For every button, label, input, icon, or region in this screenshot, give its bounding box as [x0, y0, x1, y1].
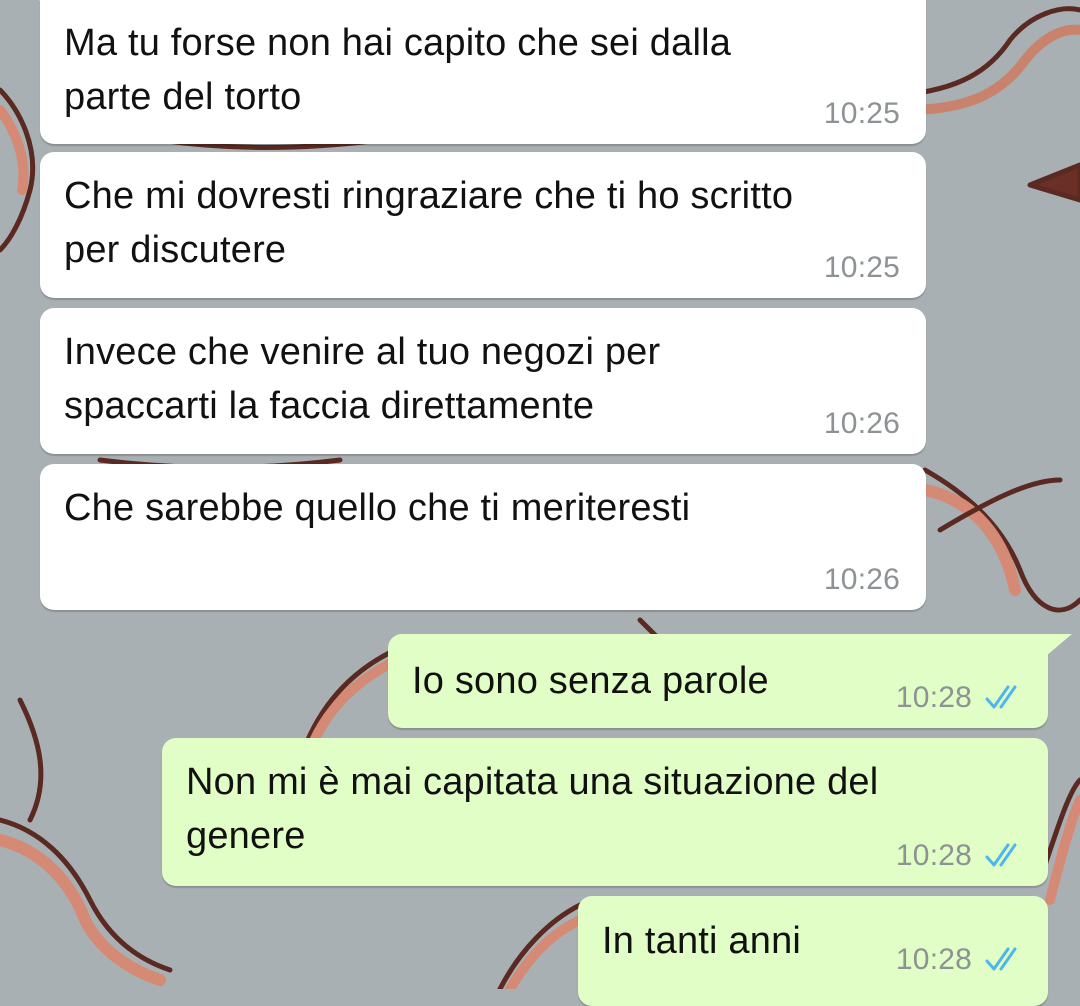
incoming-message-bubble[interactable]: Che mi dovresti ringraziare che ti ho sc…: [40, 152, 926, 298]
incoming-message-bubble[interactable]: Che sarebbe quello che ti meriteresti 10…: [40, 464, 926, 610]
outgoing-message-bubble[interactable]: Io sono senza parole 10:28: [388, 634, 1048, 728]
message-timestamp: 10:25: [823, 97, 900, 130]
message-timestamp: 10:28: [895, 839, 972, 872]
message-text: Io sono senza parole: [412, 660, 769, 702]
message-text: Non mi è mai capitata una situazione del…: [186, 761, 879, 857]
message-text: Ma tu forse non hai capito che sei dalla…: [64, 22, 732, 118]
message-timestamp: 10:26: [823, 407, 900, 440]
message-timestamp: 10:28: [895, 943, 972, 976]
incoming-bubble-tail: [39, 0, 48, 6]
incoming-message-bubble[interactable]: Ma tu forse non hai capito che sei dalla…: [40, 0, 926, 144]
outgoing-bubble-tail: [1046, 634, 1072, 656]
incoming-message-bubble[interactable]: Invece che venire al tuo negozi per spac…: [40, 308, 926, 454]
outgoing-message-bubble[interactable]: In tanti anni 10:28: [578, 896, 1048, 1006]
message-text: In tanti anni: [602, 920, 802, 962]
message-timestamp: 10:25: [823, 251, 900, 284]
outgoing-message-bubble[interactable]: Non mi è mai capitata una situazione del…: [162, 738, 1048, 886]
chat-message-list[interactable]: Ma tu forse non hai capito che sei dalla…: [0, 0, 1080, 1006]
message-timestamp: 10:26: [823, 563, 900, 596]
double-check-read-icon: [985, 685, 1017, 709]
message-text: Invece che venire al tuo negozi per spac…: [64, 331, 661, 427]
message-timestamp: 10:28: [895, 681, 972, 714]
double-check-read-icon: [985, 843, 1017, 867]
message-text: Che sarebbe quello che ti meriteresti: [64, 487, 691, 529]
message-text: Che mi dovresti ringraziare che ti ho sc…: [64, 175, 794, 271]
double-check-read-icon: [985, 947, 1017, 971]
